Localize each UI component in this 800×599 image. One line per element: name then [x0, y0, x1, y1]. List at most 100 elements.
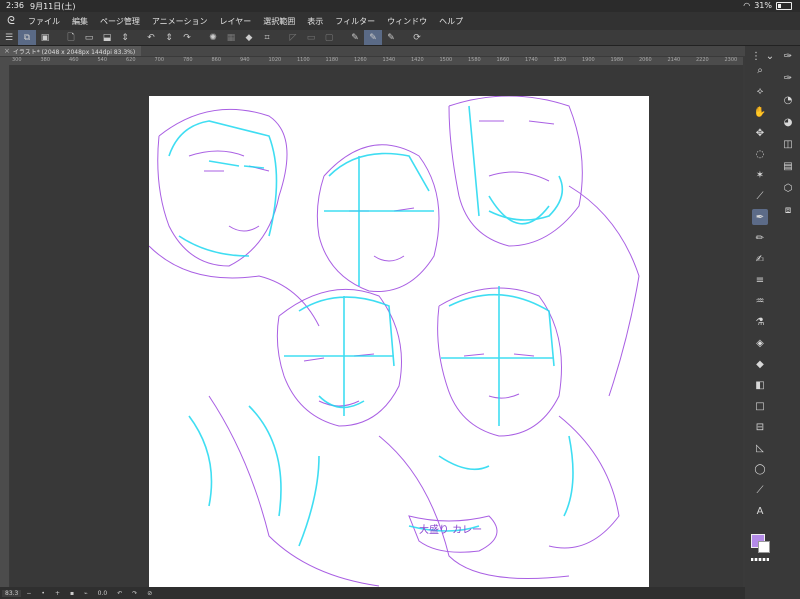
transform-icon[interactable]: ⌗: [258, 30, 276, 45]
menu-edit[interactable]: 編集: [66, 16, 94, 27]
rotation-value[interactable]: 0.0: [93, 590, 113, 597]
blend-icon[interactable]: ♒: [752, 293, 768, 309]
eraser-icon[interactable]: ◈: [752, 335, 768, 351]
zoom-value[interactable]: 83.3: [2, 589, 22, 597]
drawing-paper[interactable]: 大盛り カレー: [148, 95, 649, 587]
clear-icon[interactable]: ▦: [222, 30, 240, 45]
layer-panel-icon[interactable]: ▤: [780, 158, 796, 174]
sub-tool-icon[interactable]: ✑: [780, 48, 796, 64]
zoom-slider[interactable]: •: [36, 590, 50, 597]
zoom-out-icon[interactable]: −: [21, 590, 36, 597]
ruler-tick-label: 2140: [667, 57, 681, 63]
ruler-tick-label: 2220: [696, 57, 709, 63]
save-stepper-icon[interactable]: ⇕: [116, 30, 134, 45]
airbrush-icon[interactable]: ⚗: [752, 314, 768, 330]
zoom-in-icon[interactable]: +: [50, 590, 65, 597]
pen-line-icon[interactable]: ⟋: [752, 482, 768, 498]
canvas-area[interactable]: 大盛り カレー: [10, 65, 743, 587]
pen-active-icon[interactable]: ✎: [364, 30, 382, 45]
rotate-right-icon[interactable]: ↷: [127, 590, 142, 597]
fill-icon[interactable]: ◆: [752, 356, 768, 372]
ruler-tick-label: 860: [211, 57, 222, 63]
status-time: 2:36: [6, 1, 24, 10]
modifier-key-icon[interactable]: ⟳: [408, 30, 426, 45]
close-icon[interactable]: ×: [4, 47, 10, 55]
ruler-icon[interactable]: ◺: [752, 440, 768, 456]
pencil-icon[interactable]: ✏: [752, 230, 768, 246]
navigator-bar: 83.3 − • + ▪ ⌁ 0.0 ↶ ↷ ⊘: [0, 587, 745, 599]
pen-alt-icon[interactable]: ✎: [382, 30, 400, 45]
menu-selection[interactable]: 選択範囲: [257, 16, 301, 27]
ruler-tick-label: 1020: [268, 57, 282, 63]
search-icon[interactable]: ⌕: [752, 62, 768, 78]
balloon-icon[interactable]: ◯: [752, 461, 768, 477]
status-bar: 2:36 9月11日(土) ◠ 31%: [0, 0, 800, 12]
ruler-tick-label: 1500: [439, 57, 453, 63]
history-stepper-icon[interactable]: ⇕: [160, 30, 178, 45]
menu-layer[interactable]: レイヤー: [214, 16, 258, 27]
ruler-tick-label: 1820: [553, 57, 567, 63]
hand-icon[interactable]: ✋: [752, 104, 768, 120]
menu-view[interactable]: 表示: [301, 16, 329, 27]
canvas-tab-bar: × イラスト* (2048 x 2048px 144dpi 83.3%): [0, 46, 745, 56]
hide-selection-icon[interactable]: ◸: [284, 30, 302, 45]
pen-icon[interactable]: ✒: [752, 209, 768, 225]
pen-stabilize-icon[interactable]: ✎: [346, 30, 364, 45]
navigator-icon[interactable]: ⟡: [752, 83, 768, 99]
layer-icon[interactable]: ⊟: [752, 419, 768, 435]
ruler-tick-label: 540: [97, 57, 108, 63]
open-folder-icon[interactable]: ▭: [80, 30, 98, 45]
ruler-tick-label: 380: [40, 57, 51, 63]
hatch-icon[interactable]: ≡: [752, 272, 768, 288]
color-wheel-icon[interactable]: ◕: [780, 114, 796, 130]
brush-size-icon[interactable]: ◔: [780, 92, 796, 108]
menu-file[interactable]: ファイル: [22, 16, 66, 27]
move-icon[interactable]: ✥: [752, 125, 768, 141]
rotate-left-icon[interactable]: ↶: [112, 590, 127, 597]
battery-icon: [776, 1, 792, 10]
transparent-color-icon[interactable]: [751, 558, 769, 561]
rotate-slider[interactable]: ⌁: [79, 590, 93, 597]
eyedropper-icon[interactable]: ⟋: [752, 188, 768, 204]
tool-palette: ⋮ ⌄ ⌕ ⟡ ✋ ✥ ◌ ✶ ⟋ ✒ ✏ ✍ ≡ ♒ ⚗ ◈ ◆ ◧ □ ⊟ ◺ ◯ ⟋ A ✑ ✑ ◔ ◕ ◫ ▤ ⬡…: [745, 46, 800, 599]
brush-icon[interactable]: ✍: [752, 251, 768, 267]
lasso-icon[interactable]: ◌: [752, 146, 768, 162]
crop-icon[interactable]: ▭: [302, 30, 320, 45]
material-icon[interactable]: ⬡: [780, 180, 796, 196]
save-icon[interactable]: ⬓: [98, 30, 116, 45]
simple-mode-icon[interactable]: ⧉: [18, 30, 36, 45]
3d-icon[interactable]: ⧈: [780, 202, 796, 218]
gradient-icon[interactable]: ◧: [752, 377, 768, 393]
ruler-top: 300 380 460 540 620 700 780 860 940 1020 1100 1180 1…: [10, 57, 743, 65]
new-file-icon[interactable]: 🗋: [62, 30, 80, 45]
status-right: ◠ 31%: [743, 1, 792, 10]
ruler-tick-label: 620: [126, 57, 136, 63]
battery-percent: 31%: [754, 1, 772, 10]
fit-icon[interactable]: ▪: [65, 590, 79, 597]
loading-icon[interactable]: ✺: [204, 30, 222, 45]
menu-animation[interactable]: アニメーション: [146, 16, 214, 27]
ruler-tick-label: 1740: [525, 57, 538, 63]
sub-color-swatch[interactable]: [758, 541, 770, 553]
menu-window[interactable]: ウィンドウ: [381, 16, 433, 27]
tool-property-icon[interactable]: ✑: [780, 70, 796, 86]
app-logo-icon[interactable]: ᘓ: [0, 14, 22, 28]
hamburger-menu-icon[interactable]: ☰: [0, 30, 18, 45]
undo-icon[interactable]: ↶: [142, 30, 160, 45]
ruler-tick-label: 940: [240, 57, 250, 63]
rectangle-icon[interactable]: □: [752, 398, 768, 414]
layer-property-icon[interactable]: ◫: [780, 136, 796, 152]
magic-wand-icon[interactable]: ✶: [752, 167, 768, 183]
selection-layer-icon[interactable]: ▢: [320, 30, 338, 45]
wifi-icon: ◠: [743, 1, 751, 10]
redo-icon[interactable]: ↷: [178, 30, 196, 45]
companion-icon[interactable]: ▣: [36, 30, 54, 45]
menu-filter[interactable]: フィルター: [329, 16, 381, 27]
menu-help[interactable]: ヘルプ: [433, 16, 469, 27]
ruler-tick-label: 300: [12, 57, 22, 63]
reset-rotation-icon[interactable]: ⊘: [142, 590, 157, 597]
canvas-tab[interactable]: × イラスト* (2048 x 2048px 144dpi 83.3%): [0, 46, 142, 56]
fill-bucket-icon[interactable]: ◆: [240, 30, 258, 45]
text-icon[interactable]: A: [752, 503, 768, 519]
menu-page[interactable]: ページ管理: [94, 16, 146, 27]
